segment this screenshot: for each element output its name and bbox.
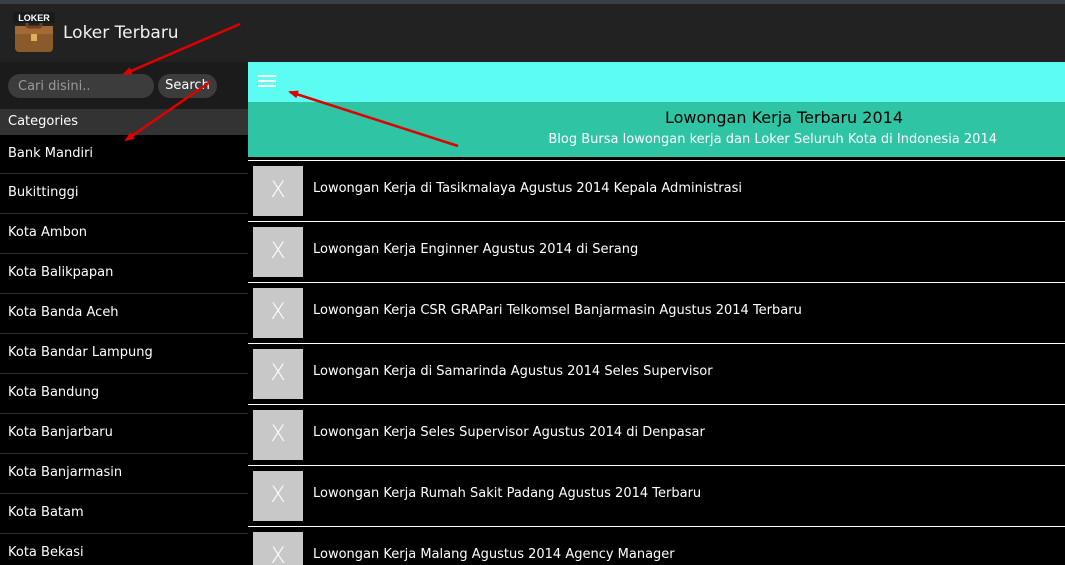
- app-title: Loker Terbaru: [63, 23, 179, 43]
- search-button[interactable]: Search: [158, 74, 217, 98]
- category-item[interactable]: Bukittinggi: [0, 174, 248, 214]
- post-thumbnail[interactable]: X: [253, 288, 303, 338]
- post-thumbnail[interactable]: X: [253, 532, 303, 565]
- post-thumbnail[interactable]: X: [253, 166, 303, 216]
- post-thumbnail[interactable]: X: [253, 471, 303, 521]
- category-item[interactable]: Kota Bandung: [0, 374, 248, 414]
- post-title[interactable]: Lowongan Kerja Seles Supervisor Agustus …: [313, 425, 705, 440]
- category-item[interactable]: Kota Banjarbaru: [0, 414, 248, 454]
- post-item[interactable]: X Lowongan Kerja Enginner Agustus 2014 d…: [248, 222, 1065, 283]
- blog-title[interactable]: Lowongan Kerja Terbaru 2014: [665, 108, 903, 127]
- category-list: Bank Mandiri Bukittinggi Kota Ambon Kota…: [0, 135, 248, 565]
- category-item[interactable]: Kota Ambon: [0, 214, 248, 254]
- category-item[interactable]: Kota Banjarmasin: [0, 454, 248, 494]
- hamburger-menu-icon[interactable]: [258, 75, 276, 89]
- category-item[interactable]: Kota Bekasi: [0, 534, 248, 565]
- post-item[interactable]: X Lowongan Kerja Seles Supervisor Agustu…: [248, 405, 1065, 466]
- category-item[interactable]: Kota Balikpapan: [0, 254, 248, 294]
- post-title[interactable]: Lowongan Kerja di Tasikmalaya Agustus 20…: [313, 181, 742, 196]
- post-item[interactable]: X Lowongan Kerja Rumah Sakit Padang Agus…: [248, 466, 1065, 527]
- app-bar: LOKER Loker Terbaru: [0, 4, 1065, 62]
- categories-header: Categories: [0, 109, 248, 135]
- post-item[interactable]: X Lowongan Kerja Malang Agustus 2014 Age…: [248, 527, 1065, 565]
- main-content: Lowongan Kerja Terbaru 2014 Blog Bursa l…: [248, 62, 1065, 565]
- category-item[interactable]: Kota Bandar Lampung: [0, 334, 248, 374]
- post-title[interactable]: Lowongan Kerja di Samarinda Agustus 2014…: [313, 364, 713, 379]
- blog-header: Lowongan Kerja Terbaru 2014 Blog Bursa l…: [248, 102, 1065, 157]
- post-item[interactable]: X Lowongan Kerja di Tasikmalaya Agustus …: [248, 161, 1065, 222]
- post-item[interactable]: X Lowongan Kerja CSR GRAPari Telkomsel B…: [248, 283, 1065, 344]
- post-title[interactable]: Lowongan Kerja CSR GRAPari Telkomsel Ban…: [313, 303, 802, 318]
- post-thumbnail[interactable]: X: [253, 410, 303, 460]
- post-thumbnail[interactable]: X: [253, 349, 303, 399]
- search-input[interactable]: [8, 74, 154, 98]
- post-title[interactable]: Lowongan Kerja Enginner Agustus 2014 di …: [313, 242, 638, 257]
- logo-text: LOKER: [18, 13, 50, 23]
- post-list: X Lowongan Kerja di Tasikmalaya Agustus …: [248, 160, 1065, 565]
- toolbar: [248, 62, 1065, 102]
- sidebar: Search Categories Bank Mandiri Bukitting…: [0, 62, 248, 565]
- briefcase-icon[interactable]: LOKER: [12, 12, 56, 54]
- category-item[interactable]: Kota Batam: [0, 494, 248, 534]
- search-bar: Search: [0, 62, 248, 109]
- category-item[interactable]: Kota Banda Aceh: [0, 294, 248, 334]
- post-title[interactable]: Lowongan Kerja Rumah Sakit Padang Agustu…: [313, 486, 701, 501]
- post-title[interactable]: Lowongan Kerja Malang Agustus 2014 Agenc…: [313, 547, 675, 562]
- blog-subtitle: Blog Bursa lowongan kerja dan Loker Selu…: [548, 132, 997, 147]
- post-item[interactable]: X Lowongan Kerja di Samarinda Agustus 20…: [248, 344, 1065, 405]
- category-item[interactable]: Bank Mandiri: [0, 135, 248, 174]
- post-thumbnail[interactable]: X: [253, 227, 303, 277]
